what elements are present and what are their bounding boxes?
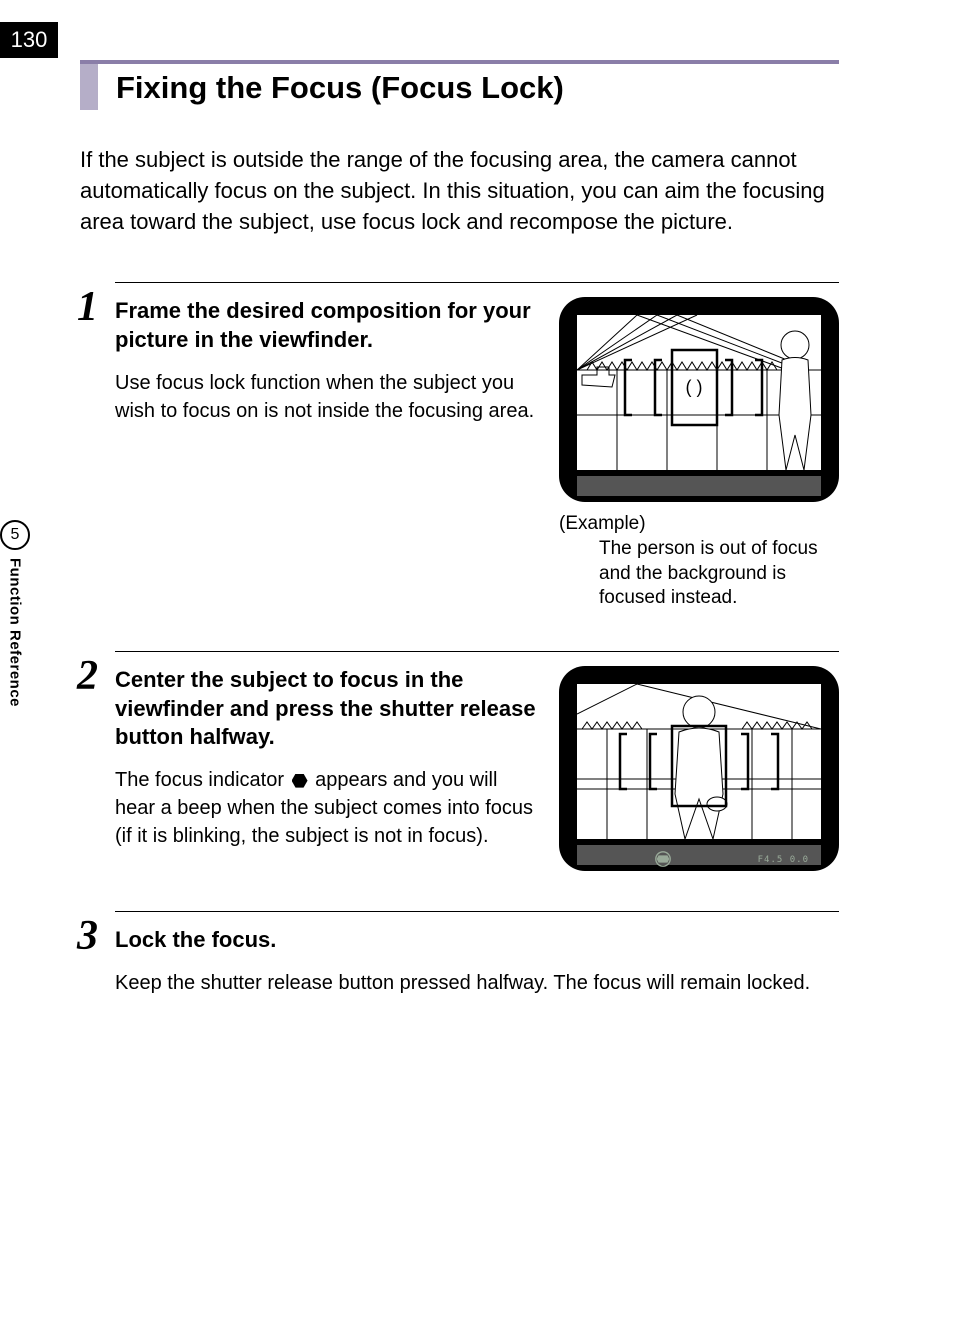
viewfinder-display-text: F4.5 0.0	[758, 855, 809, 865]
step-number: 2	[77, 652, 98, 700]
side-tab-chapter-circle: 5	[0, 520, 30, 550]
step-body-pre: The focus indicator	[115, 769, 290, 791]
focus-confirm-icon	[654, 850, 672, 868]
step-number: 3	[77, 912, 98, 960]
section-title: Fixing the Focus (Focus Lock)	[116, 64, 564, 110]
caption-body: The person is out of focus and the backg…	[559, 537, 839, 611]
step-body: Keep the shutter release button pressed …	[115, 969, 839, 997]
step-title: Frame the desired composition for your p…	[115, 297, 539, 354]
focus-indicator-icon	[292, 774, 308, 788]
step-title: Center the subject to focus in the viewf…	[115, 666, 539, 752]
svg-text:( ): ( )	[686, 377, 703, 397]
step-1-caption: (Example) The person is out of focus and…	[559, 512, 839, 611]
step-2: 2 Center the subject to focus in the vie…	[115, 651, 839, 871]
step-3: 3 Lock the focus. Keep the shutter relea…	[115, 911, 839, 997]
step-title: Lock the focus.	[115, 926, 839, 955]
side-tab-label: Function Reference	[7, 558, 24, 707]
intro-paragraph: If the subject is outside the range of t…	[80, 145, 839, 237]
side-tab-chapter-number: 5	[11, 526, 20, 544]
page-number-tab: 130	[0, 22, 58, 58]
step-number: 1	[77, 283, 98, 331]
side-tab: 5 Function Reference	[0, 520, 32, 707]
viewfinder-illustration-2: F4.5 0.0	[559, 666, 839, 871]
step-1: 1 Frame the desired composition for your…	[115, 282, 839, 611]
step-body: Use focus lock function when the subject…	[115, 369, 539, 425]
section-header-bar	[80, 64, 98, 110]
step-body: The focus indicator appears and you will…	[115, 766, 539, 850]
section-header: Fixing the Focus (Focus Lock)	[80, 60, 839, 110]
caption-head: (Example)	[559, 513, 646, 534]
page-number: 130	[11, 27, 48, 53]
viewfinder-illustration-1: ( )	[559, 297, 839, 502]
page-content: Fixing the Focus (Focus Lock) If the sub…	[80, 60, 839, 1037]
